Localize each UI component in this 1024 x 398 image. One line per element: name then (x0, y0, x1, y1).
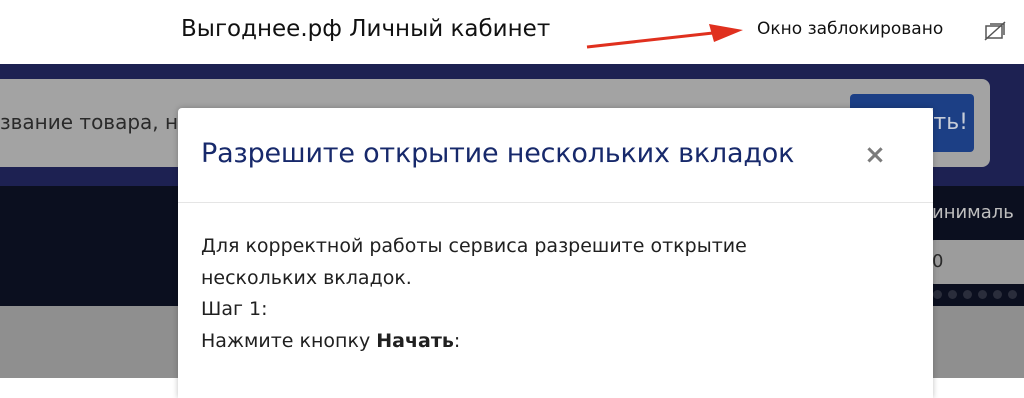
popup-blocked-icon[interactable] (984, 21, 1006, 41)
allow-tabs-modal: Разрешите открытие нескольких вкладок × … (178, 108, 933, 398)
modal-instruction: Нажмите кнопку Начать: (201, 326, 901, 358)
modal-header: Разрешите открытие нескольких вкладок × (178, 108, 933, 203)
site-title-annotation: Выгоднее.рф Личный кабинет (181, 16, 551, 42)
modal-title: Разрешите открытие нескольких вкладок (201, 138, 795, 169)
instruction-start-label: Начать (376, 329, 454, 352)
annotation-arrow-icon (586, 24, 743, 49)
modal-body: Для корректной работы сервиса разрешите … (201, 231, 901, 357)
popup-blocked-label: Окно заблокировано (757, 19, 944, 39)
instruction-prefix: Нажмите кнопку (201, 329, 377, 352)
instruction-suffix: : (453, 329, 461, 352)
modal-step-label: Шаг 1: (201, 298, 268, 320)
min-price-label: инималь (932, 202, 1014, 223)
close-icon[interactable]: × (863, 142, 887, 168)
min-price-input[interactable]: 0 (930, 240, 1024, 284)
modal-text-line-1: Для корректной работы сервиса разрешите … (201, 235, 747, 257)
modal-text-line-2: нескольких вкладок. (201, 266, 412, 289)
slider-dots (930, 286, 1024, 306)
annotation-bar: Выгоднее.рф Личный кабинет Окно заблокир… (0, 0, 1024, 64)
